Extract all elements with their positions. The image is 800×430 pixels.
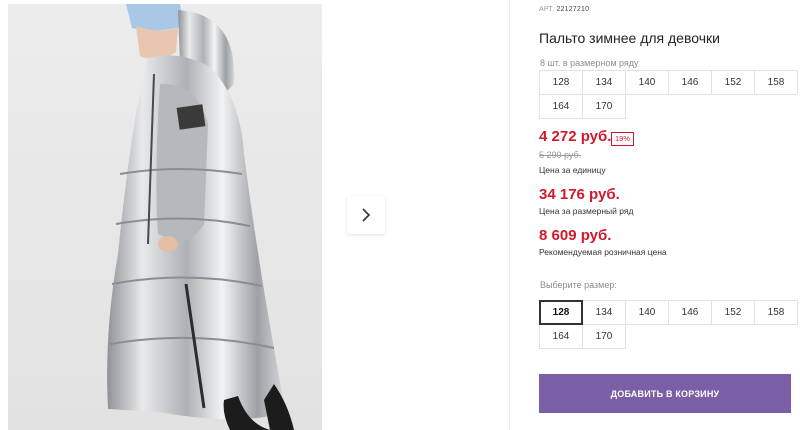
discount-badge: 19% [611,132,635,146]
price-row: 34 176 руб. [539,186,620,203]
add-to-cart-button[interactable]: ДОБАВИТЬ В КОРЗИНУ [539,374,791,413]
price-retail: 8 609 руб. [539,227,612,244]
chevron-right-icon [362,208,371,222]
size-option-152[interactable]: 152 [711,300,755,325]
size-option-134[interactable]: 134 [582,300,626,325]
sku-value: 22127210 [556,6,590,13]
product-photo [8,4,322,430]
size-row-grid: 128 134 140 146 152 158 164 170 [539,70,798,119]
size-option-146[interactable]: 146 [668,300,712,325]
size-option-170[interactable]: 170 [582,324,626,349]
old-price: 5 290 руб. [539,150,582,160]
size-row-cell: 158 [754,70,798,95]
product-gallery [0,0,510,430]
size-row-cell: 128 [539,70,583,95]
size-row-note: 8 шт. в размерном ряду [540,58,639,68]
next-image-button[interactable] [347,196,385,234]
price-retail-label: Рекомендуемая розничная цена [539,247,667,257]
size-option-164[interactable]: 164 [539,324,583,349]
sku: АРТ. 22127210 [539,6,589,13]
size-row-cell: 170 [582,94,626,119]
size-row-cell: 146 [668,70,712,95]
size-option-158[interactable]: 158 [754,300,798,325]
size-option-140[interactable]: 140 [625,300,669,325]
sku-label: АРТ. [539,6,555,13]
size-option-128[interactable]: 128 [539,300,583,325]
size-row-cell: 140 [625,70,669,95]
choose-size-label: Выберите размер: [540,280,617,290]
price-row-label: Цена за размерный ряд [539,206,634,216]
price-unit: 4 272 руб. [539,128,612,145]
size-selector: 128 134 140 146 152 158 164 170 [539,300,798,349]
price-unit-label: Цена за единицу [539,165,606,175]
product-title: Пальто зимнее для девочки [539,30,720,46]
size-row-cell: 152 [711,70,755,95]
size-row-cell: 164 [539,94,583,119]
size-row-cell: 134 [582,70,626,95]
